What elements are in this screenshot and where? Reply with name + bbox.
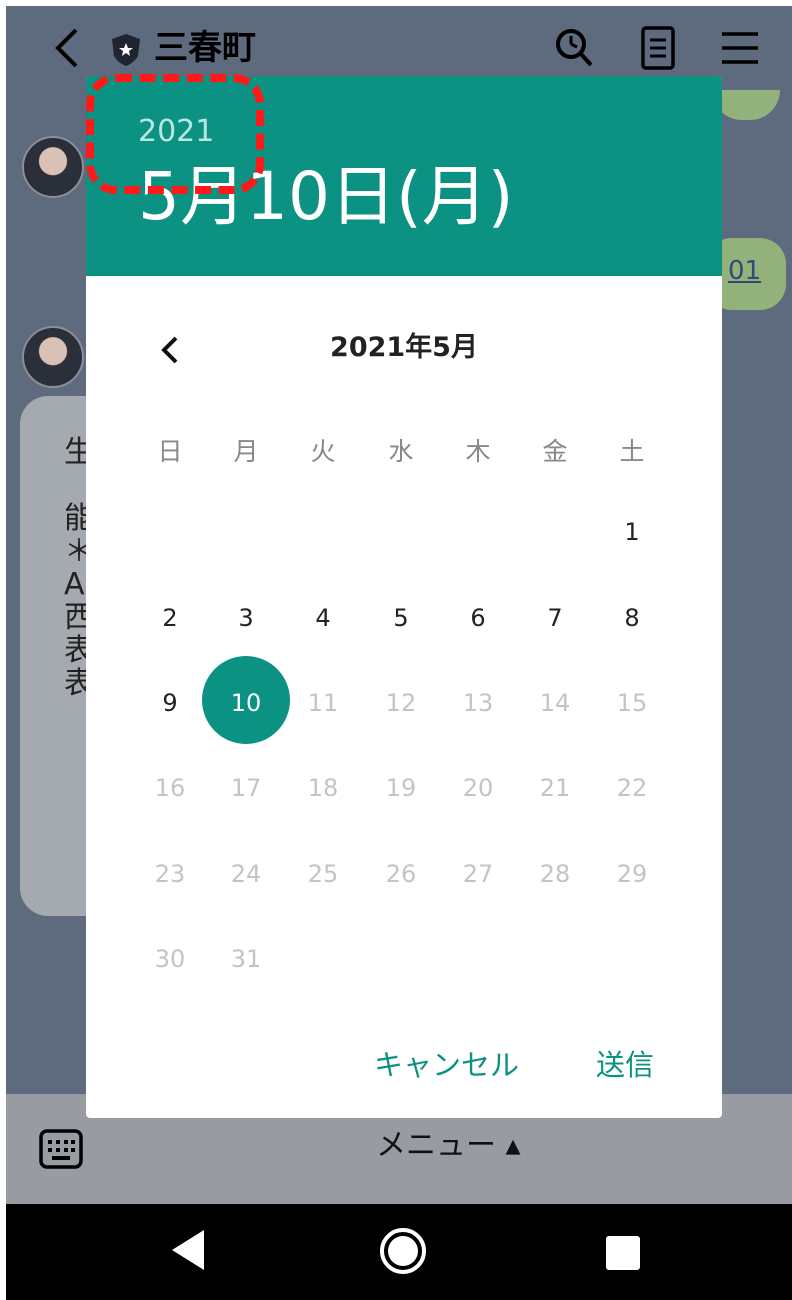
keyboard-icon[interactable] [38, 1128, 84, 1170]
calendar-day: 16 [154, 774, 186, 802]
chat-title: 三春町 [154, 28, 256, 68]
calendar-day[interactable]: 5 [371, 600, 431, 636]
weekday-label: 金 [542, 437, 568, 466]
calendar-day[interactable]: 2 [140, 600, 200, 636]
chat-bubble-right-top [712, 90, 780, 120]
avatar[interactable] [22, 326, 84, 388]
calendar-day[interactable]: 1 [602, 514, 662, 550]
weekday-label: 土 [619, 437, 645, 466]
calendar-day[interactable]: 4 [293, 600, 353, 636]
calendar-day: 15 [616, 689, 648, 717]
calendar-day: 17 [230, 774, 262, 802]
calendar-day: 23 [154, 860, 186, 888]
calendar-day[interactable]: 6 [448, 600, 508, 636]
nav-home-icon[interactable] [378, 1226, 428, 1276]
calendar-day: 13 [462, 689, 494, 717]
nav-recent-icon[interactable] [606, 1236, 640, 1270]
calendar-day: 18 [307, 774, 339, 802]
highlight-annotation [86, 74, 264, 194]
weekday-label: 火 [310, 437, 336, 466]
date-picker-dialog: 2021 5月10日(月) 2021年5月 日月火水木金土 1234567891… [86, 76, 722, 1118]
calendar-day: 27 [462, 860, 494, 888]
calendar-day[interactable]: 7 [525, 600, 585, 636]
send-button[interactable]: 送信 [596, 1042, 654, 1084]
menu-icon[interactable] [720, 28, 760, 68]
cancel-button[interactable]: キャンセル [374, 1042, 519, 1084]
calendar-day: 26 [385, 860, 417, 888]
nav-back-icon[interactable] [168, 1226, 208, 1274]
calendar-day: 29 [616, 860, 648, 888]
calendar-day: 12 [385, 689, 417, 717]
calendar-day: 30 [154, 945, 186, 973]
calendar-day: 24 [230, 860, 262, 888]
weekday-label: 月 [233, 437, 259, 466]
avatar[interactable] [22, 136, 84, 198]
calendar-day[interactable]: 8 [602, 600, 662, 636]
chat-link[interactable]: 01 [728, 256, 761, 286]
calendar-day[interactable]: 9 [140, 685, 200, 721]
calendar-day[interactable]: 3 [216, 600, 276, 636]
calendar-day: 22 [616, 774, 648, 802]
shield-icon [112, 34, 140, 66]
weekday-label: 木 [465, 437, 491, 466]
calendar-day-selected[interactable]: 10 [216, 685, 276, 721]
calendar-day: 25 [307, 860, 339, 888]
calendar-day: 14 [539, 689, 571, 717]
calendar-day: 31 [230, 945, 262, 973]
month-label: 2021年5月 [330, 332, 478, 363]
menu-toggle[interactable]: メニュー ▴ [376, 1126, 521, 1166]
weekday-label: 日 [157, 437, 183, 466]
calendar-day: 19 [385, 774, 417, 802]
screen: 三春町 01 生 能 ＊ A 西 表 表 メニュー ▴ 2021 5月10日(月… [6, 6, 792, 1300]
back-icon[interactable] [48, 24, 88, 72]
search-icon[interactable] [554, 26, 594, 70]
calendar-day: 20 [462, 774, 494, 802]
weekday-label: 水 [388, 437, 414, 466]
notes-icon[interactable] [638, 24, 678, 72]
calendar-day: 21 [539, 774, 571, 802]
calendar-day: 28 [539, 860, 571, 888]
calendar-day: 11 [307, 689, 339, 717]
